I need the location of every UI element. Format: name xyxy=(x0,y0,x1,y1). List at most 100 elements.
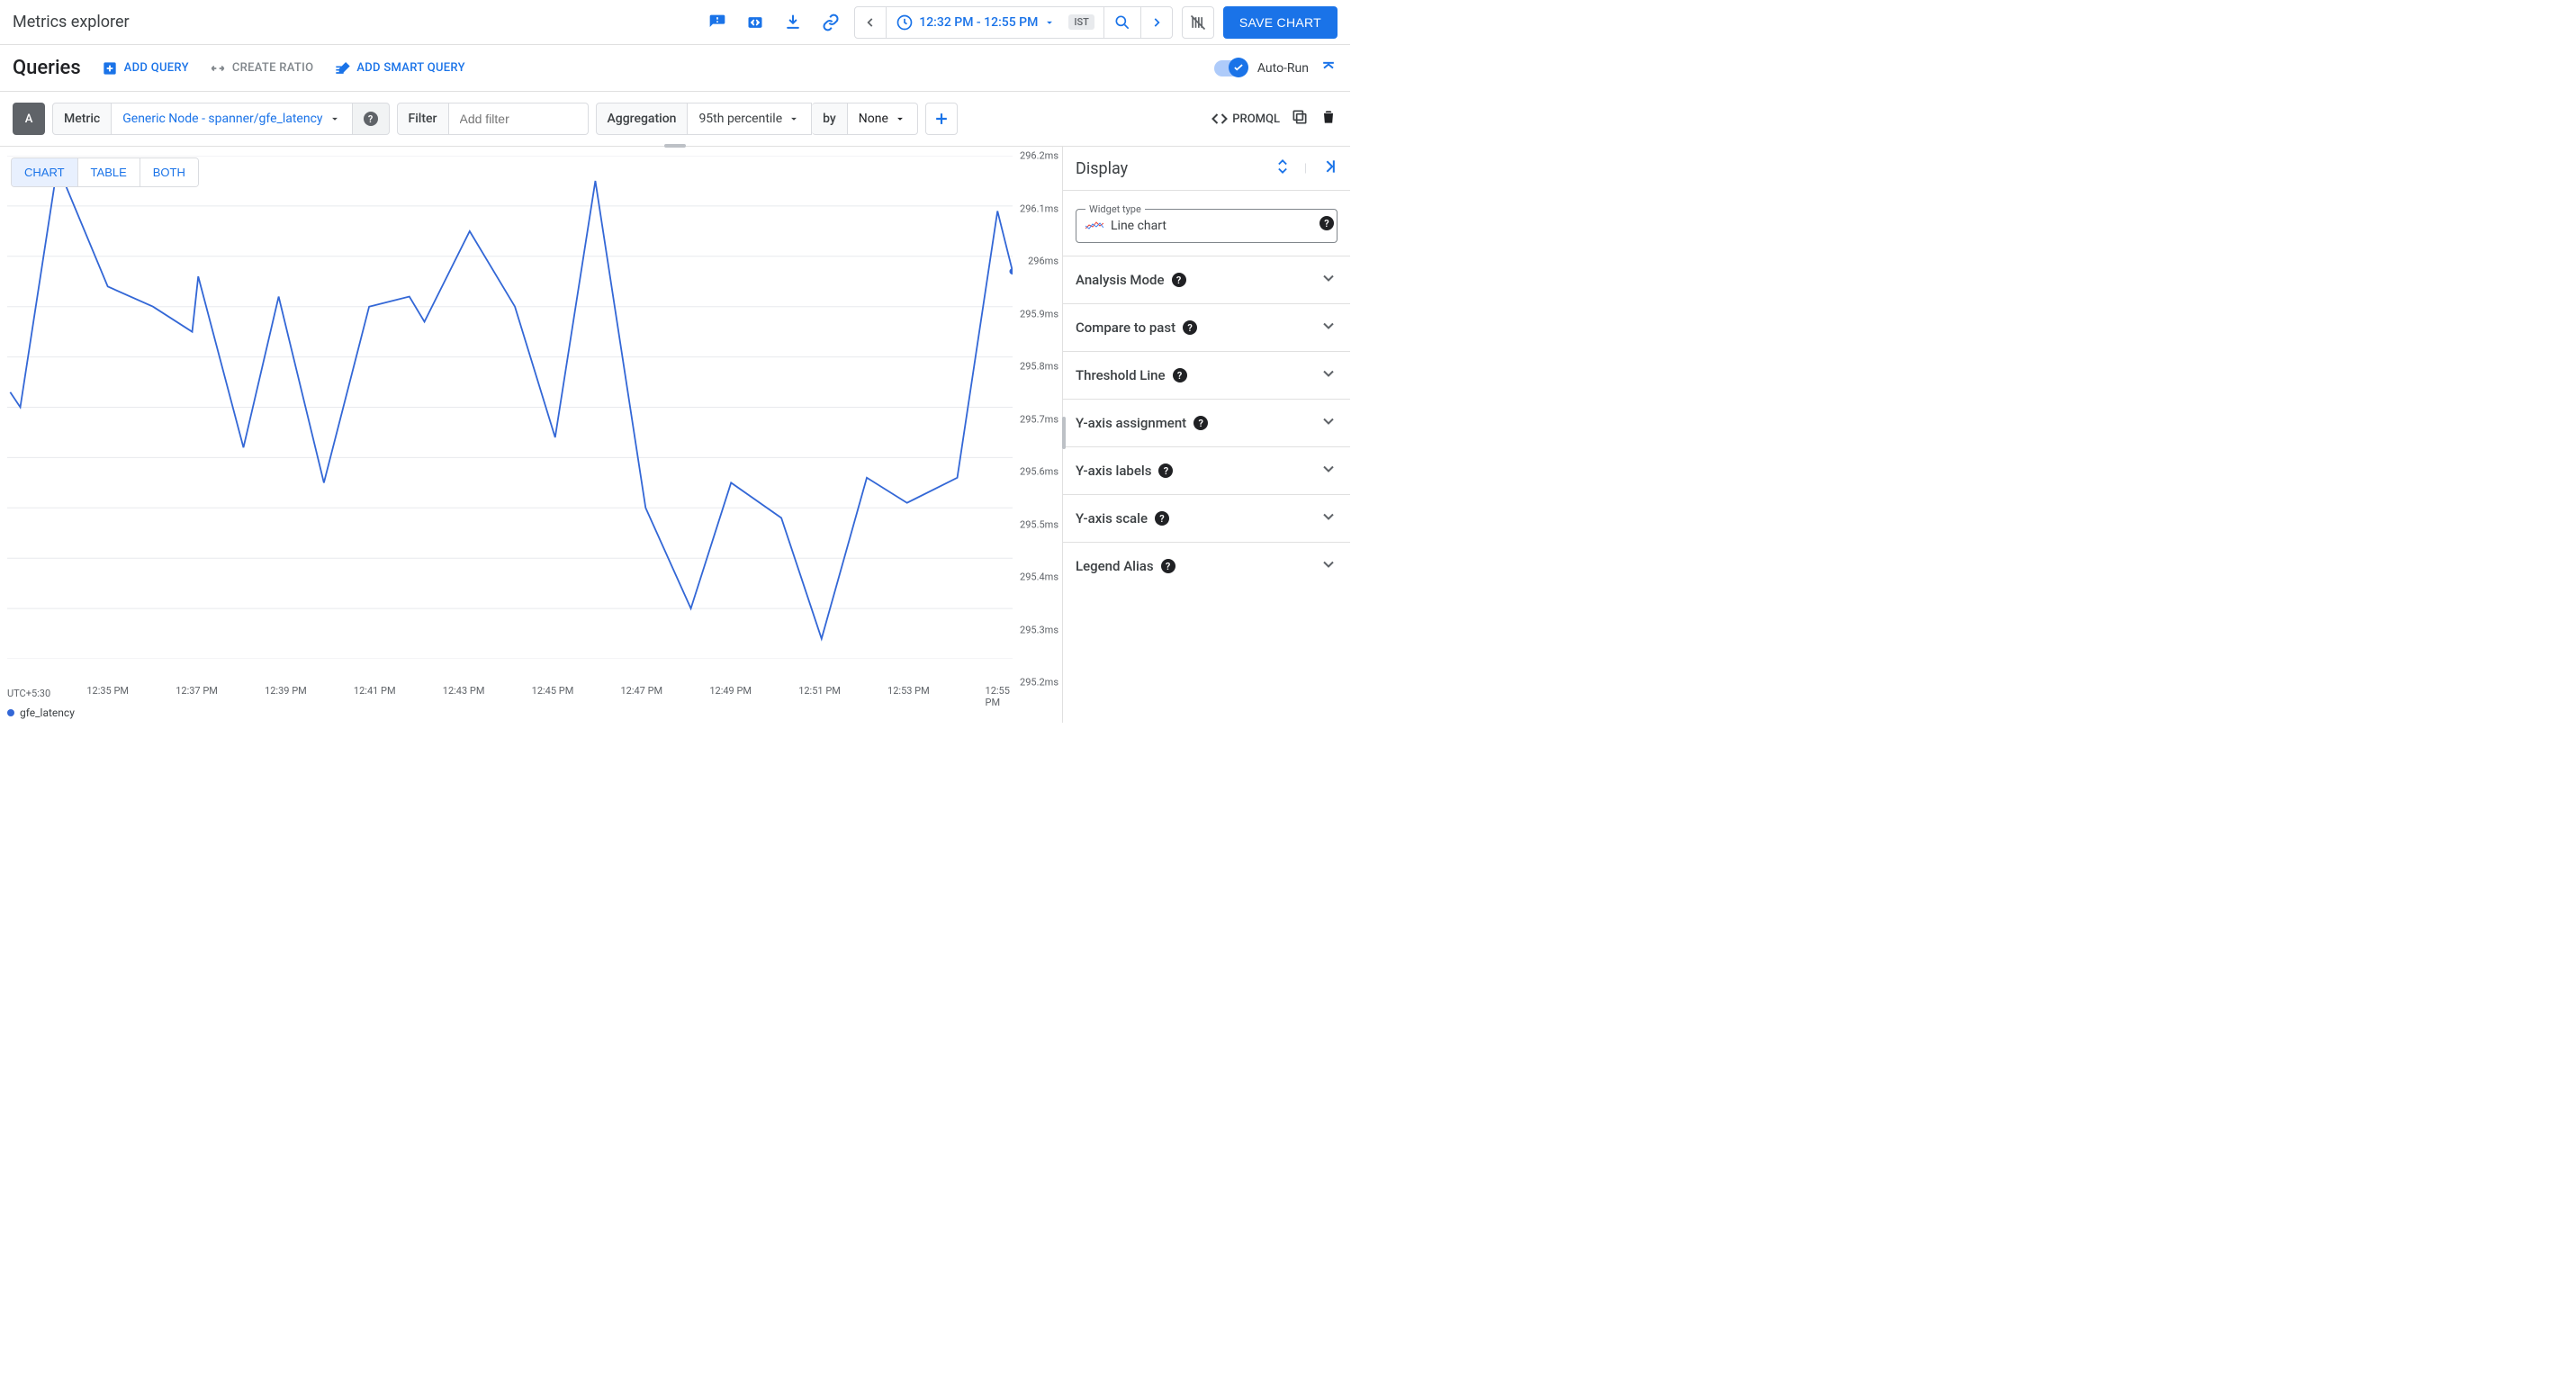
metric-help-button[interactable]: ? xyxy=(353,103,390,135)
y-tick: 295.2ms xyxy=(1020,677,1058,688)
no-preview-icon[interactable] xyxy=(1182,6,1214,39)
queries-title: Queries xyxy=(13,57,81,79)
x-tick: 12:51 PM xyxy=(798,685,841,697)
chevron-down-icon xyxy=(1320,412,1338,434)
time-range-picker: 12:32 PM - 12:55 PM IST xyxy=(854,6,1173,39)
y-tick: 295.4ms xyxy=(1020,572,1058,583)
add-smart-query-label: ADD SMART QUERY xyxy=(356,61,465,75)
groupby-value: None xyxy=(859,112,888,126)
y-axis-ticks: 296.2ms296.1ms296ms295.9ms295.8ms295.7ms… xyxy=(1013,156,1058,682)
queries-bar: Queries ADD QUERY CREATE RATIO ADD SMART… xyxy=(0,45,1350,92)
chart-legend[interactable]: gfe_latency xyxy=(7,706,75,719)
chevron-down-icon xyxy=(1320,364,1338,386)
help-icon[interactable]: ? xyxy=(1158,464,1173,478)
collapse-panel-icon[interactable] xyxy=(1320,158,1338,179)
promql-label: PROMQL xyxy=(1232,112,1280,126)
aggregation-group: Aggregation 95th percentile by None xyxy=(596,103,918,135)
save-chart-button[interactable]: SAVE CHART xyxy=(1223,6,1338,39)
time-range-label: 12:32 PM - 12:55 PM xyxy=(919,15,1038,30)
aggregation-picker[interactable]: 95th percentile xyxy=(688,103,812,135)
create-ratio-label: CREATE RATIO xyxy=(232,61,314,75)
help-icon[interactable]: ? xyxy=(1193,416,1208,430)
aggregation-label: Aggregation xyxy=(596,103,689,135)
x-tick: 12:43 PM xyxy=(443,685,485,697)
x-axis-ticks: 12:35 PM12:37 PM12:39 PM12:41 PM12:43 PM… xyxy=(7,685,1013,699)
add-query-button[interactable]: ADD QUERY xyxy=(101,59,189,77)
time-zoom-button[interactable] xyxy=(1103,7,1140,38)
accordion-row[interactable]: Analysis Mode? xyxy=(1063,256,1350,303)
feedback-icon[interactable] xyxy=(703,8,732,37)
accordion-row[interactable]: Y-axis labels? xyxy=(1063,446,1350,494)
main-content: CHART TABLE BOTH 296.2ms296.1ms296ms295.… xyxy=(0,147,1350,723)
display-title: Display xyxy=(1076,159,1128,178)
query-badge[interactable]: A xyxy=(13,103,45,135)
tab-both[interactable]: BOTH xyxy=(140,158,198,186)
chevron-down-icon xyxy=(1320,460,1338,482)
create-ratio-button[interactable]: CREATE RATIO xyxy=(209,59,314,77)
x-tick: 12:49 PM xyxy=(709,685,752,697)
autorun-toggle[interactable] xyxy=(1214,60,1247,76)
widget-help-icon[interactable]: ? xyxy=(1320,216,1334,230)
collapse-icon[interactable] xyxy=(1320,58,1338,79)
side-resize-handle[interactable] xyxy=(1062,417,1066,449)
time-prev-button[interactable] xyxy=(855,7,886,38)
tz-chip: IST xyxy=(1068,14,1094,30)
chevron-down-icon xyxy=(1320,317,1338,338)
accordion-row[interactable]: Legend Alias? xyxy=(1063,542,1350,590)
accordion-row[interactable]: Y-axis scale? xyxy=(1063,494,1350,542)
accordion-row[interactable]: Compare to past? xyxy=(1063,303,1350,351)
code-icon[interactable] xyxy=(741,8,770,37)
x-tick: 12:41 PM xyxy=(354,685,396,697)
accordion-label: Threshold Line xyxy=(1076,367,1166,383)
filter-input[interactable] xyxy=(460,112,577,126)
add-query-row-button[interactable] xyxy=(925,103,958,135)
filter-group: Filter xyxy=(397,103,589,135)
add-smart-query-button[interactable]: ADD SMART QUERY xyxy=(333,59,465,77)
chart-area: CHART TABLE BOTH 296.2ms296.1ms296ms295.… xyxy=(0,147,1062,723)
x-tick: 12:45 PM xyxy=(532,685,574,697)
help-icon[interactable]: ? xyxy=(1155,511,1169,526)
y-tick: 295.5ms xyxy=(1020,518,1058,530)
widget-type-select[interactable]: Widget type Line chart xyxy=(1076,209,1338,243)
query-builder: A Metric Generic Node - spanner/gfe_late… xyxy=(0,92,1350,147)
filter-input-wrap xyxy=(449,103,589,135)
y-tick: 295.9ms xyxy=(1020,308,1058,320)
help-icon: ? xyxy=(364,112,378,126)
display-accordion: Analysis Mode?Compare to past?Threshold … xyxy=(1063,256,1350,590)
help-icon[interactable]: ? xyxy=(1173,368,1187,382)
accordion-label: Y-axis labels xyxy=(1076,463,1151,479)
line-chart-icon xyxy=(1085,220,1103,231)
legend-swatch xyxy=(7,709,14,716)
tab-table[interactable]: TABLE xyxy=(77,158,140,186)
accordion-row[interactable]: Y-axis assignment? xyxy=(1063,399,1350,446)
expand-vertical-icon[interactable] xyxy=(1274,158,1292,179)
help-icon[interactable]: ? xyxy=(1183,320,1197,335)
promql-toggle[interactable]: PROMQL xyxy=(1211,110,1280,128)
copy-icon[interactable] xyxy=(1291,108,1309,130)
time-range-button[interactable]: 12:32 PM - 12:55 PM IST xyxy=(886,7,1103,38)
y-tick: 295.8ms xyxy=(1020,361,1058,373)
widget-type-label: Widget type xyxy=(1085,203,1145,215)
chevron-down-icon xyxy=(1320,269,1338,291)
metric-label: Metric xyxy=(52,103,112,135)
help-icon[interactable]: ? xyxy=(1161,559,1175,573)
y-tick: 296ms xyxy=(1028,256,1058,267)
legend-label: gfe_latency xyxy=(20,706,75,719)
chevron-down-icon xyxy=(1320,555,1338,577)
metric-picker[interactable]: Generic Node - spanner/gfe_latency xyxy=(112,103,352,135)
link-icon[interactable] xyxy=(816,8,845,37)
help-icon[interactable]: ? xyxy=(1172,273,1186,287)
chart-canvas[interactable] xyxy=(7,156,1013,659)
delete-icon[interactable] xyxy=(1320,108,1338,130)
tab-chart[interactable]: CHART xyxy=(12,158,77,186)
chevron-down-icon xyxy=(1320,508,1338,529)
metric-group: Metric Generic Node - spanner/gfe_latenc… xyxy=(52,103,390,135)
autorun-label: Auto-Run xyxy=(1257,61,1309,76)
download-icon[interactable] xyxy=(779,8,807,37)
time-next-button[interactable] xyxy=(1140,7,1172,38)
y-tick: 295.3ms xyxy=(1020,624,1058,635)
groupby-picker[interactable]: None xyxy=(848,103,918,135)
tz-label: UTC+5:30 xyxy=(7,688,50,699)
accordion-row[interactable]: Threshold Line? xyxy=(1063,351,1350,399)
x-tick: 12:39 PM xyxy=(265,685,307,697)
